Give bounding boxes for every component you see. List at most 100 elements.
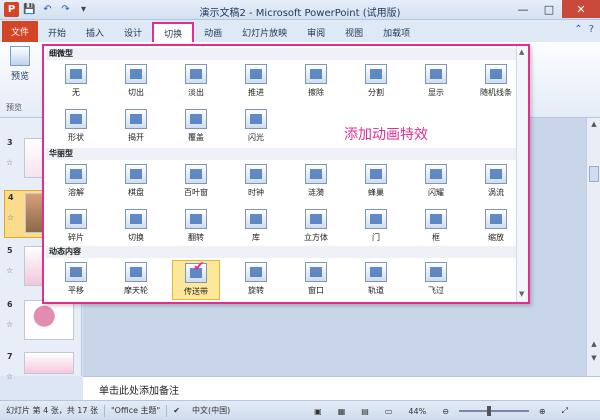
slide-thumbnail xyxy=(24,300,74,340)
prev-slide-icon[interactable]: ▲ xyxy=(588,340,600,352)
transition-option[interactable]: 库 xyxy=(232,207,280,247)
tab-view[interactable]: 视图 xyxy=(335,22,373,42)
transition-option[interactable]: 时钟 xyxy=(232,162,280,202)
transition-option[interactable]: 传送带 ✔ xyxy=(172,259,220,300)
zoom-knob[interactable] xyxy=(486,406,491,416)
transition-option[interactable]: 切换 xyxy=(112,207,160,247)
window-controls: — □ ✕ xyxy=(510,0,600,18)
zoom-out-icon[interactable]: ⊖ xyxy=(436,407,455,416)
transition-icon xyxy=(125,109,147,129)
tab-design[interactable]: 设计 xyxy=(114,22,152,42)
spellcheck-icon[interactable]: ✔ xyxy=(167,406,186,415)
status-bar: 幻灯片 第 4 张，共 17 张 "Office 主题" ✔ 中文(中国) ▣ … xyxy=(0,400,600,420)
transition-option[interactable]: 分割 xyxy=(352,62,400,102)
close-button[interactable]: ✕ xyxy=(562,0,600,18)
animation-star-icon: ☆ xyxy=(6,158,14,167)
tab-home[interactable]: 开始 xyxy=(38,22,76,42)
transition-option[interactable]: 框 xyxy=(412,207,460,247)
transition-option[interactable]: 旋转 xyxy=(232,260,280,300)
transition-icon xyxy=(365,64,387,84)
transition-option[interactable]: 摩天轮 xyxy=(112,260,160,300)
minimize-ribbon-icon[interactable]: ⌃ xyxy=(574,24,582,35)
sorter-view-icon[interactable]: ▦ xyxy=(332,407,352,416)
transition-label: 棋盘 xyxy=(128,188,144,197)
transition-option[interactable]: 形状 xyxy=(52,107,100,147)
reading-view-icon[interactable]: ▤ xyxy=(355,407,375,416)
transition-option[interactable]: 闪光 xyxy=(232,107,280,147)
zoom-level[interactable]: 44% xyxy=(402,407,432,416)
gallery-scroll-down-icon[interactable]: ▼ xyxy=(519,290,527,298)
gallery-scroll-up-icon[interactable]: ▲ xyxy=(519,48,527,56)
transition-option[interactable]: 涟漪 xyxy=(292,162,340,202)
tab-addins[interactable]: 加载项 xyxy=(373,22,420,42)
language[interactable]: 中文(中国) xyxy=(186,405,236,416)
transition-option[interactable]: 百叶窗 xyxy=(172,162,220,202)
transition-option[interactable]: 蜂巢 xyxy=(352,162,400,202)
transition-option[interactable]: 推进 xyxy=(232,62,280,102)
minimize-button[interactable]: — xyxy=(510,0,536,18)
tab-transitions[interactable]: 切换 xyxy=(152,22,195,42)
transition-label: 轨道 xyxy=(368,286,384,295)
transition-option[interactable]: 飞过 xyxy=(412,260,460,300)
slide-number: 4 xyxy=(8,193,14,202)
slideshow-view-icon[interactable]: ▭ xyxy=(379,407,399,416)
normal-view-icon[interactable]: ▣ xyxy=(308,407,328,416)
transition-label: 飞过 xyxy=(428,286,444,295)
transition-option[interactable]: 淡出 xyxy=(172,62,220,102)
scroll-up-icon[interactable]: ▲ xyxy=(588,120,600,132)
preview-icon xyxy=(10,46,30,66)
transition-option[interactable]: 轨道 xyxy=(352,260,400,300)
transition-option[interactable]: 立方体 xyxy=(292,207,340,247)
tab-animations[interactable]: 动画 xyxy=(194,22,232,42)
transition-option[interactable]: 碎片 xyxy=(52,207,100,247)
zoom-slider[interactable] xyxy=(458,406,529,416)
transition-option[interactable]: 擦除 xyxy=(292,62,340,102)
transition-option[interactable]: 棋盘 xyxy=(112,162,160,202)
slide-thumb-6[interactable]: 6 ☆ xyxy=(4,298,76,346)
transition-icon xyxy=(65,164,87,184)
notes-pane[interactable]: 单击此处添加备注 xyxy=(83,376,600,400)
transition-icon xyxy=(185,209,207,229)
tab-slideshow[interactable]: 幻灯片放映 xyxy=(232,22,297,42)
slide-count: 幻灯片 第 4 张，共 17 张 xyxy=(6,406,98,415)
transition-label: 框 xyxy=(432,233,440,242)
transition-icon xyxy=(485,164,507,184)
transition-option[interactable]: 随机线条 xyxy=(472,62,520,102)
transition-option[interactable]: 翻转 xyxy=(172,207,220,247)
transition-option[interactable]: 无 xyxy=(52,62,100,102)
transition-label: 百叶窗 xyxy=(184,188,208,197)
tab-review[interactable]: 审阅 xyxy=(297,22,335,42)
transition-option[interactable]: 缩放 xyxy=(472,207,520,247)
transition-option[interactable]: 切出 xyxy=(112,62,160,102)
vertical-scrollbar[interactable]: ▲ ▲ ▼ xyxy=(586,118,600,376)
transition-icon xyxy=(425,262,447,282)
transition-label: 立方体 xyxy=(304,233,328,242)
transition-label: 窗口 xyxy=(308,286,324,295)
slide-thumb-7[interactable]: 7 ☆ xyxy=(4,350,76,398)
ribbon-right-controls: ⌃ ? xyxy=(574,24,594,35)
transition-icon xyxy=(65,64,87,84)
transition-label: 揭开 xyxy=(128,133,144,142)
fit-window-icon[interactable]: ⤢ xyxy=(556,406,574,416)
slide-number: 3 xyxy=(7,138,13,147)
transition-option[interactable]: 溶解 xyxy=(52,162,100,202)
help-icon[interactable]: ? xyxy=(589,24,594,35)
transition-option[interactable]: 窗口 xyxy=(292,260,340,300)
zoom-in-icon[interactable]: ⊕ xyxy=(533,407,552,416)
transition-option[interactable]: 覆盖 xyxy=(172,107,220,147)
scroll-thumb[interactable] xyxy=(589,166,599,182)
transition-option[interactable]: 平移 xyxy=(52,260,100,300)
next-slide-icon[interactable]: ▼ xyxy=(588,354,600,366)
preview-button[interactable]: 预览 xyxy=(4,46,36,82)
tab-file[interactable]: 文件 xyxy=(2,21,39,42)
transition-icon xyxy=(485,64,507,84)
transition-option[interactable]: 涡流 xyxy=(472,162,520,202)
transition-option[interactable]: 显示 xyxy=(412,62,460,102)
transition-option[interactable]: 门 xyxy=(352,207,400,247)
animation-star-icon: ☆ xyxy=(6,320,14,329)
zoom-controls: ▣ ▦ ▤ ▭ 44% ⊖ ⊕ ⤢ xyxy=(308,406,574,416)
transition-option[interactable]: 揭开 xyxy=(112,107,160,147)
maximize-button[interactable]: □ xyxy=(536,0,562,18)
tab-insert[interactable]: 插入 xyxy=(76,22,114,42)
transition-option[interactable]: 闪耀 xyxy=(412,162,460,202)
